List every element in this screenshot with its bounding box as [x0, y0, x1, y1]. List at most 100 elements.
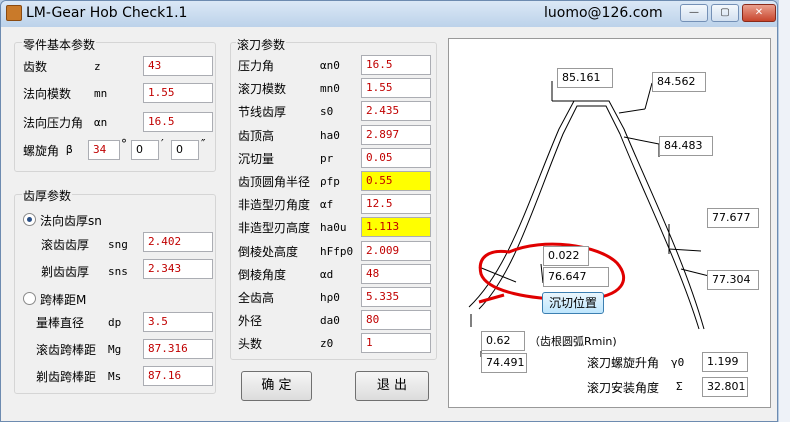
- hob-row-symbol: ha0: [320, 128, 340, 142]
- part-params-title: 零件基本参数: [22, 36, 97, 53]
- minimize-button[interactable]: —: [680, 4, 708, 22]
- m-radio[interactable]: [23, 292, 36, 305]
- hob-row-input[interactable]: 5.335: [361, 287, 431, 307]
- module-symbol: mn: [94, 87, 108, 100]
- thickness-title: 齿厚参数: [22, 187, 73, 204]
- sns-input[interactable]: 2.343: [143, 259, 213, 279]
- background-window-edge: [779, 0, 790, 422]
- window-title: LM-Gear Hob Check1.1: [26, 5, 188, 21]
- dim-c1: 0.022: [543, 246, 589, 266]
- window-email: luomo@126.com: [544, 5, 663, 21]
- dim-r1: 84.562: [652, 72, 706, 92]
- lead-angle-value: 1.199: [702, 352, 748, 372]
- hob-row-input[interactable]: 1.113: [361, 217, 431, 238]
- dim-c2: 76.647: [543, 267, 609, 287]
- sn-radio[interactable]: [23, 213, 36, 226]
- hob-row-input[interactable]: 1.55: [361, 78, 431, 99]
- hob-row-label: 滚刀模数: [238, 82, 287, 97]
- hob-row-symbol: αn0: [320, 59, 340, 72]
- dim-top: 85.161: [557, 68, 613, 88]
- hob-row-label: 倒棱角度: [238, 267, 287, 282]
- hob-row-symbol: hρ0: [320, 291, 340, 304]
- helix-deg-unit: °: [121, 137, 127, 151]
- app-window: LM-Gear Hob Check1.1 luomo@126.com — ▢ ✕…: [0, 0, 778, 422]
- hob-row-symbol: hFfp0: [320, 244, 354, 258]
- sns-symbol: sns: [108, 265, 128, 278]
- hob-row-symbol: da0: [320, 314, 340, 328]
- mg-label: 滚齿跨棒距: [36, 343, 97, 357]
- teeth-symbol: z: [94, 60, 101, 73]
- hob-row-label: 非造型刃高度: [238, 221, 311, 236]
- helix-sec-input[interactable]: 0: [171, 140, 199, 160]
- sng-input[interactable]: 2.402: [143, 232, 213, 252]
- hob-row-symbol: ρfp: [320, 175, 340, 188]
- helix-deg-input[interactable]: 34: [88, 140, 120, 160]
- dim-r3: 77.677: [707, 208, 759, 228]
- hob-row-symbol: ha0u: [320, 221, 347, 235]
- leader-r3-h: [668, 248, 702, 252]
- hob-row-input[interactable]: 2.435: [361, 101, 431, 122]
- helix-min-unit: ′: [161, 137, 164, 151]
- dp-symbol: dp: [108, 316, 122, 329]
- install-angle-value: 32.801: [702, 377, 748, 397]
- rmin-note: （齿根圆弧Rmin): [529, 335, 617, 348]
- exit-button[interactable]: 退 出: [355, 371, 429, 401]
- sns-label: 剃齿齿厚: [41, 265, 90, 279]
- sng-symbol: sng: [108, 238, 128, 251]
- hob-row-input[interactable]: 16.5: [361, 55, 431, 75]
- teeth-input[interactable]: 43: [143, 56, 213, 76]
- hob-row-label: 沉切量: [238, 151, 275, 166]
- hob-row-label: 外径: [238, 314, 263, 329]
- hob-row-input[interactable]: 2.897: [361, 124, 431, 145]
- hob-profile-drawing: 85.161 84.562 84.483 77.677 77.304 0.022…: [448, 38, 771, 408]
- install-angle-symbol: Σ: [676, 380, 683, 393]
- sn-radio-label[interactable]: 法向齿厚sn: [40, 212, 102, 229]
- hob-row-label: 齿顶高: [238, 128, 275, 143]
- helix-label: 螺旋角: [23, 144, 60, 158]
- m-radio-label[interactable]: 跨棒距M: [40, 291, 86, 308]
- mg-input[interactable]: 87.316: [143, 339, 213, 359]
- dim-root: 74.491: [481, 353, 527, 373]
- dp-input[interactable]: 3.5: [143, 312, 213, 332]
- lead-angle-label: 滚刀螺旋升角: [587, 356, 660, 370]
- install-angle-label: 滚刀安装角度: [587, 381, 660, 395]
- hob-row-label: 非造型刃角度: [238, 198, 311, 213]
- mg-symbol: Mg: [108, 343, 122, 356]
- maximize-button[interactable]: ▢: [711, 4, 739, 22]
- module-label: 法向模数: [23, 87, 72, 101]
- hob-row-input[interactable]: 80: [361, 310, 431, 331]
- teeth-label: 齿数: [23, 60, 48, 74]
- hob-row-input[interactable]: 0.05: [361, 147, 431, 168]
- hob-row-input[interactable]: 2.009: [361, 240, 431, 261]
- hob-row-input[interactable]: 48: [361, 263, 431, 284]
- leader-r1: [644, 82, 653, 110]
- hob-row-symbol: z0: [320, 337, 334, 351]
- dim-r2: 84.483: [659, 136, 713, 156]
- dim-r4: 77.304: [707, 270, 759, 290]
- hob-row-symbol: αd: [320, 267, 334, 281]
- dp-label: 量棒直径: [36, 316, 85, 330]
- sink-position-button[interactable]: 沉切位置: [542, 292, 604, 314]
- lead-angle-symbol: γ0: [671, 356, 685, 369]
- hob-row-symbol: αf: [320, 198, 334, 212]
- hob-row-label: 全齿高: [238, 291, 275, 305]
- sng-label: 滚齿齿厚: [41, 238, 90, 252]
- helix-sec-unit: ″: [201, 137, 206, 151]
- close-button[interactable]: ✕: [742, 4, 776, 22]
- hob-row-label: 头数: [238, 337, 263, 352]
- title-bar[interactable]: LM-Gear Hob Check1.1 luomo@126.com — ▢ ✕: [1, 1, 777, 27]
- ms-symbol: Ms: [108, 370, 122, 383]
- module-input[interactable]: 1.55: [143, 83, 213, 103]
- helix-symbol: β: [66, 143, 73, 156]
- pressure-input[interactable]: 16.5: [143, 112, 213, 132]
- hob-row-label: 倒棱处高度: [238, 244, 299, 259]
- hob-row-input[interactable]: 0.55: [361, 171, 431, 191]
- helix-min-input[interactable]: 0: [131, 140, 159, 160]
- client-area: 零件基本参数 齿数 z 43 法向模数 mn 1.55 法向压力角 αn 16.…: [8, 29, 772, 417]
- hob-row-label: 节线齿厚: [238, 105, 287, 120]
- ms-input[interactable]: 87.16: [143, 366, 213, 386]
- hob-row-input[interactable]: 12.5: [361, 194, 431, 215]
- hob-row-input[interactable]: 1: [361, 333, 431, 354]
- app-icon: [6, 5, 22, 21]
- ok-button[interactable]: 确 定: [241, 371, 312, 401]
